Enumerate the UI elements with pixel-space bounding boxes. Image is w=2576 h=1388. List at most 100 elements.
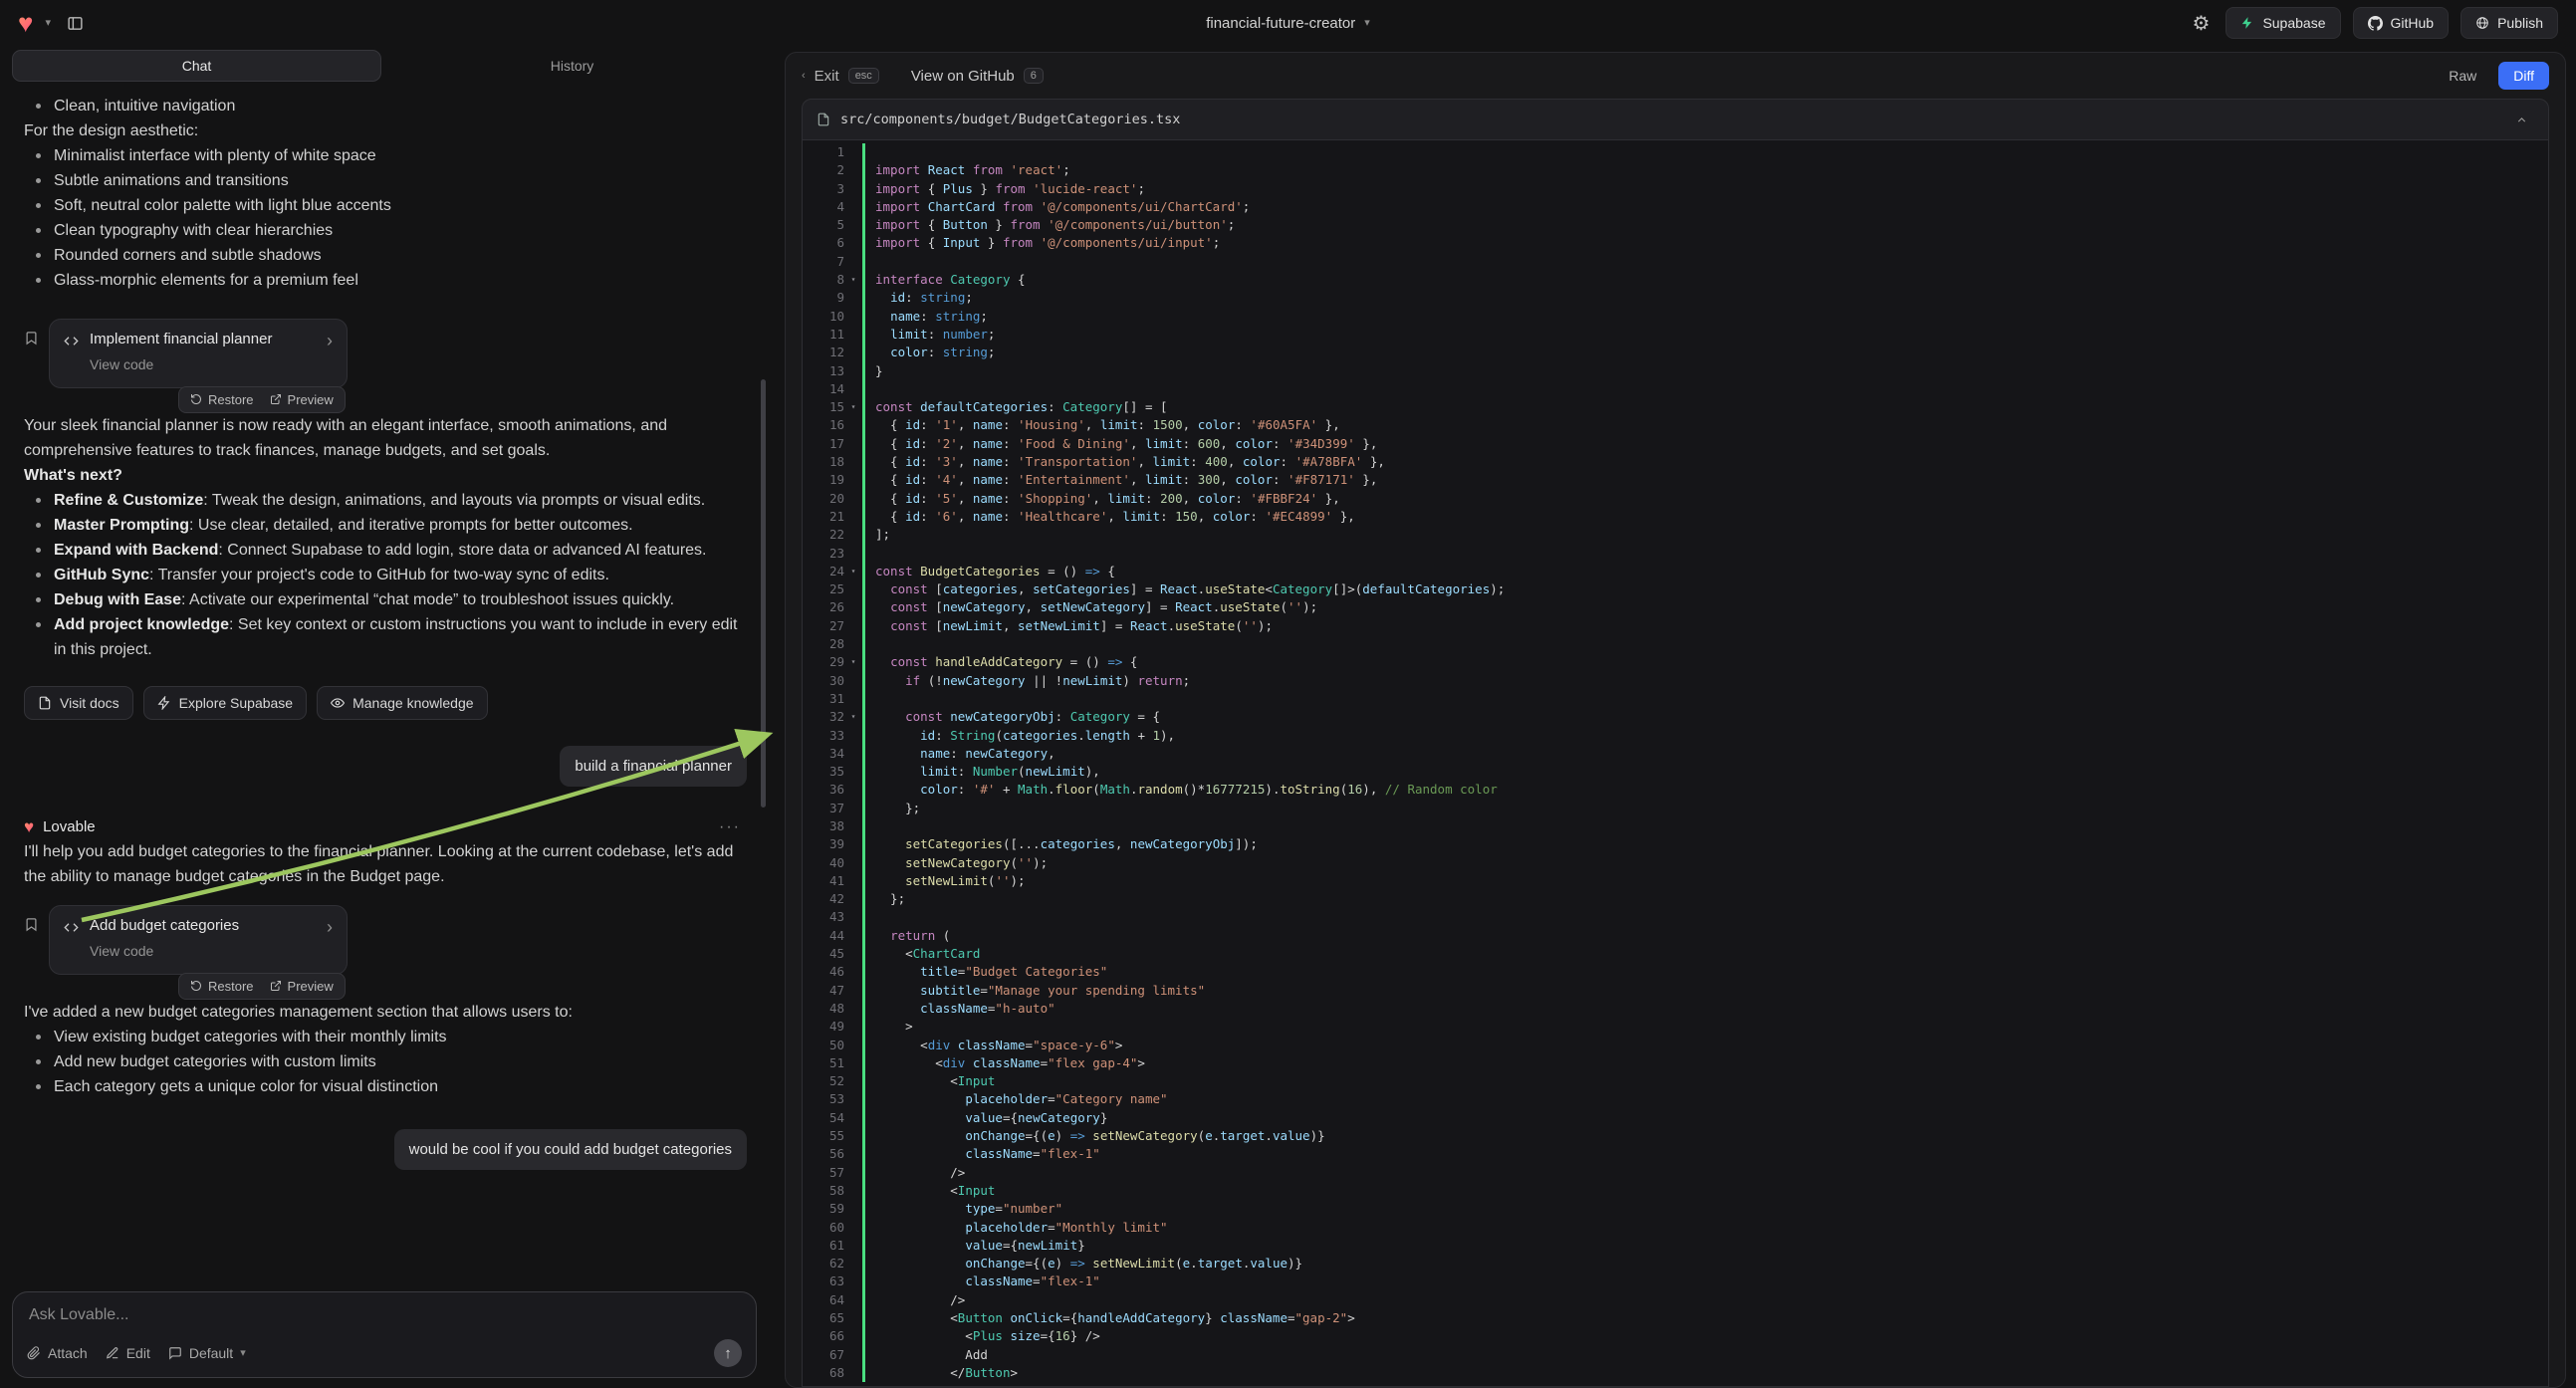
supabase-label: Supabase <box>2262 15 2325 31</box>
send-button[interactable]: ↑ <box>714 1339 742 1367</box>
restore-button[interactable]: Restore <box>190 979 254 994</box>
list-item: Clean, intuitive navigation <box>32 94 747 118</box>
code-icon <box>64 334 79 348</box>
code-line: 6import { Input } from '@/components/ui/… <box>803 234 2548 252</box>
code-line: 53 placeholder="Category name" <box>803 1090 2548 1108</box>
code-lines: 12import React from 'react';3import { Pl… <box>803 143 2548 1382</box>
view-code-link[interactable]: View code <box>90 352 272 377</box>
code-line: 36 color: '#' + Math.floor(Math.random()… <box>803 781 2548 799</box>
message-menu-button[interactable]: ··· <box>713 817 747 837</box>
preview-button[interactable]: Preview <box>270 979 334 994</box>
file-header[interactable]: src/components/budget/BudgetCategories.t… <box>802 99 2549 140</box>
list-item: Debug with Ease: Activate our experiment… <box>32 587 747 612</box>
attach-button[interactable]: Attach <box>27 1345 88 1361</box>
code-panel: ‹ Exit esc View on GitHub 6 Raw Diff src… <box>785 52 2566 1388</box>
code-line: 15▾const defaultCategories: Category[] =… <box>803 398 2548 416</box>
code-line: 20 { id: '5', name: 'Shopping', limit: 2… <box>803 490 2548 508</box>
chat-message-list[interactable]: Clean, intuitive navigation For the desi… <box>0 86 769 1287</box>
bookmark-icon[interactable] <box>24 917 39 1000</box>
code-line: 59 type="number" <box>803 1200 2548 1218</box>
code-line: 46 title="Budget Categories" <box>803 963 2548 981</box>
file-path: src/components/budget/BudgetCategories.t… <box>840 112 1180 127</box>
collapse-file-button[interactable] <box>2509 113 2534 127</box>
code-line: 48 className="h-auto" <box>803 1000 2548 1018</box>
raw-toggle-button[interactable]: Raw <box>2443 67 2482 85</box>
code-line: 12 color: string; <box>803 344 2548 361</box>
workspace-chevron-down-icon[interactable]: ▾ <box>45 18 51 29</box>
publish-button[interactable]: Publish <box>2460 7 2558 39</box>
assistant-summary: Your sleek financial planner is now read… <box>24 413 747 463</box>
document-icon <box>38 696 52 710</box>
code-line: 50 <div className="space-y-6"> <box>803 1037 2548 1054</box>
code-line: 21 { id: '6', name: 'Healthcare', limit:… <box>803 508 2548 526</box>
mode-selector[interactable]: Default ▾ <box>168 1345 246 1361</box>
code-line: 23 <box>803 545 2548 563</box>
settings-button[interactable]: ⚙ <box>2189 7 2215 40</box>
lovable-logo-icon[interactable]: ♥ <box>18 10 33 36</box>
explore-supabase-button[interactable]: Explore Supabase <box>143 686 307 720</box>
design-bullet-list: Minimalist interface with plenty of whit… <box>24 143 747 293</box>
code-line: 10 name: string; <box>803 308 2548 326</box>
intro-bullet-list: Clean, intuitive navigation <box>24 94 747 118</box>
code-line: 45 <ChartCard <box>803 945 2548 963</box>
visit-docs-button[interactable]: Visit docs <box>24 686 133 720</box>
edit-button[interactable]: Edit <box>106 1345 150 1361</box>
supabase-bolt-icon <box>2240 16 2254 30</box>
code-line: 27 const [newLimit, setNewLimit] = React… <box>803 617 2548 635</box>
code-line: 30 if (!newCategory || !newLimit) return… <box>803 672 2548 690</box>
code-line: 63 className="flex-1" <box>803 1272 2548 1290</box>
list-item: GitHub Sync: Transfer your project's cod… <box>32 563 747 587</box>
github-icon <box>2368 16 2383 31</box>
whats-next-heading: What's next? <box>24 463 747 488</box>
sidebar-toggle-button[interactable] <box>63 11 88 36</box>
list-item: Soft, neutral color palette with light b… <box>32 193 747 218</box>
supabase-button[interactable]: Supabase <box>2225 7 2340 39</box>
code-line: 67 Add <box>803 1346 2548 1364</box>
preview-button[interactable]: Preview <box>270 392 334 407</box>
chevron-left-icon: ‹ <box>802 71 806 82</box>
chevron-down-icon: ▾ <box>240 1348 246 1359</box>
view-code-link[interactable]: View code <box>90 939 239 964</box>
code-line: 39 setCategories([...categories, newCate… <box>803 835 2548 853</box>
supabase-bolt-icon <box>157 696 171 710</box>
tab-chat[interactable]: Chat <box>12 50 381 82</box>
whats-next-list: Refine & Customize: Tweak the design, an… <box>24 488 747 662</box>
code-panel-body: src/components/budget/BudgetCategories.t… <box>786 99 2565 1387</box>
code-line: 41 setNewLimit(''); <box>803 872 2548 890</box>
code-line: 66 <Plus size={16} /> <box>803 1327 2548 1345</box>
project-switcher[interactable]: financial-future-creator ▾ <box>1206 15 1370 32</box>
list-item: Add project knowledge: Set key context o… <box>32 612 747 662</box>
diff-toggle-button[interactable]: Diff <box>2498 62 2549 90</box>
github-label: GitHub <box>2391 15 2435 31</box>
code-line: 3import { Plus } from 'lucide-react'; <box>803 180 2548 198</box>
chat-input[interactable] <box>27 1305 742 1325</box>
restore-button[interactable]: Restore <box>190 392 254 407</box>
code-line: 47 subtitle="Manage your spending limits… <box>803 982 2548 1000</box>
chat-tabs: Chat History <box>0 46 769 86</box>
eye-icon <box>331 696 345 710</box>
tab-history[interactable]: History <box>387 50 757 82</box>
github-button[interactable]: GitHub <box>2353 7 2450 39</box>
globe-icon <box>2475 16 2489 30</box>
chat-bubble-icon <box>168 1346 182 1360</box>
code-line: 17 { id: '2', name: 'Food & Dining', lim… <box>803 435 2548 453</box>
code-line: 60 placeholder="Monthly limit" <box>803 1219 2548 1237</box>
exit-button[interactable]: ‹ Exit esc <box>802 68 879 85</box>
version-card-implement-planner[interactable]: Implement financial planner View code › <box>49 319 348 388</box>
list-item: Minimalist interface with plenty of whit… <box>32 143 747 168</box>
code-line: 43 <box>803 908 2548 926</box>
chat-scrollbar[interactable] <box>761 379 766 808</box>
code-line: 4import ChartCard from '@/components/ui/… <box>803 198 2548 216</box>
bookmark-icon[interactable] <box>24 331 39 413</box>
list-item: Add new budget categories with custom li… <box>32 1049 747 1074</box>
list-item: Refine & Customize: Tweak the design, an… <box>32 488 747 513</box>
code-editor[interactable]: 12import React from 'react';3import { Pl… <box>802 140 2549 1387</box>
list-item: Subtle animations and transitions <box>32 168 747 193</box>
manage-knowledge-button[interactable]: Manage knowledge <box>317 686 487 720</box>
design-heading: For the design aesthetic: <box>24 118 747 143</box>
code-line: 14 <box>803 380 2548 398</box>
code-line: 65 <Button onClick={handleAddCategory} c… <box>803 1309 2548 1327</box>
view-on-github-button[interactable]: View on GitHub 6 <box>905 67 1050 86</box>
version-card-add-budget-categories[interactable]: Add budget categories View code › <box>49 905 348 975</box>
chevron-right-icon: › <box>327 332 333 349</box>
